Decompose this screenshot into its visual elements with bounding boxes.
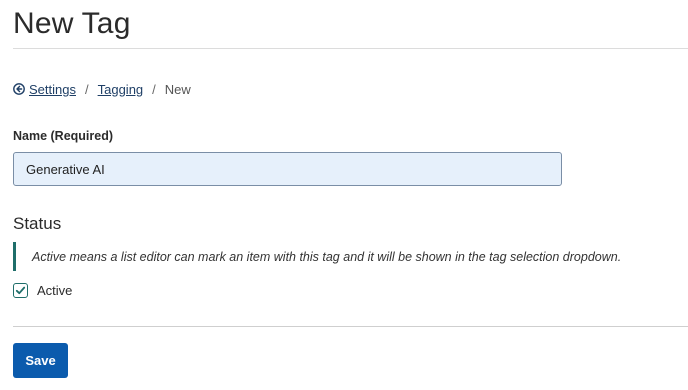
checkmark-icon [15, 286, 26, 294]
breadcrumb-separator: / [84, 81, 89, 97]
name-input[interactable] [13, 152, 562, 186]
active-checkbox-label[interactable]: Active [37, 283, 72, 298]
new-tag-page: New Tag Settings / Tagging / New Name (R… [13, 0, 688, 378]
breadcrumb-separator: / [152, 81, 156, 97]
active-checkbox-row[interactable]: Active [13, 281, 72, 299]
save-button[interactable]: Save [13, 343, 68, 378]
status-help-text: Active means a list editor can mark an i… [13, 242, 688, 271]
status-heading: Status [13, 214, 62, 233]
active-checkbox[interactable] [13, 282, 28, 298]
breadcrumb-link-tagging[interactable]: Tagging [98, 82, 144, 97]
breadcrumb-link-settings[interactable]: Settings [29, 82, 76, 97]
title-divider [13, 48, 688, 49]
page-title: New Tag [13, 7, 131, 40]
breadcrumb: Settings / Tagging / New [13, 80, 191, 98]
form-divider [13, 326, 688, 327]
breadcrumb-current: New [164, 81, 191, 97]
name-field-label: Name (Required) [13, 129, 114, 143]
circle-arrow-left-icon[interactable] [13, 83, 25, 95]
